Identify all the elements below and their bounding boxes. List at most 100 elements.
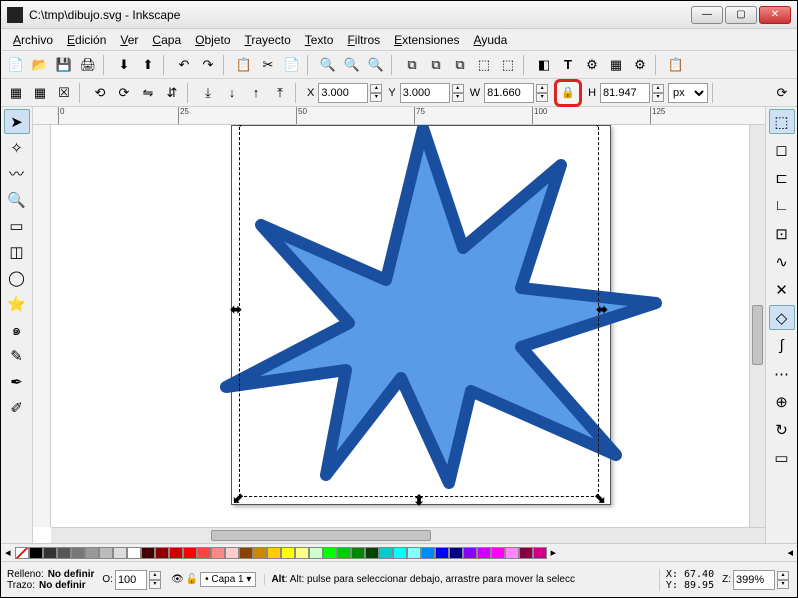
color-swatch[interactable] (463, 547, 477, 559)
snap-center-icon[interactable]: ⊕ (769, 389, 795, 414)
color-swatch[interactable] (407, 547, 421, 559)
fill-value[interactable]: No definir (48, 569, 95, 580)
layer-visibility-icon[interactable]: 👁 (171, 574, 184, 585)
color-swatch[interactable] (337, 547, 351, 559)
color-swatch[interactable] (449, 547, 463, 559)
color-swatch[interactable] (43, 547, 57, 559)
menu-ver[interactable]: Ver (114, 31, 144, 49)
new-file-icon[interactable]: 📄 (5, 54, 27, 76)
menu-objeto[interactable]: Objeto (189, 31, 236, 49)
color-swatch[interactable] (421, 547, 435, 559)
color-swatch[interactable] (85, 547, 99, 559)
h-spinner[interactable]: ▴▾ (652, 84, 664, 102)
color-swatch[interactable] (281, 547, 295, 559)
color-swatch[interactable] (267, 547, 281, 559)
color-swatch[interactable] (365, 547, 379, 559)
snap-bbox-corner-icon[interactable]: ∟ (769, 193, 795, 218)
layer-lock-icon[interactable]: 🔓 (186, 574, 198, 585)
color-swatch[interactable] (155, 547, 169, 559)
affect-stroke-icon[interactable]: ⟳ (771, 82, 793, 104)
rectangle-tool[interactable]: ▭ (4, 213, 30, 238)
zoom-spinner[interactable]: ▴▾ (777, 571, 789, 589)
open-file-icon[interactable]: 📂 (29, 54, 51, 76)
duplicate-icon[interactable]: ⧉ (401, 54, 423, 76)
box3d-tool[interactable]: ◫ (4, 239, 30, 264)
snap-bbox-edge-icon[interactable]: ⊏ (769, 165, 795, 190)
align-icon[interactable]: ▦ (605, 54, 627, 76)
snap-node-icon[interactable]: ⊡ (769, 221, 795, 246)
text-icon[interactable]: T (557, 54, 579, 76)
clone-icon[interactable]: ⧉ (425, 54, 447, 76)
palette-right-icon[interactable]: ▸ (551, 546, 557, 559)
menu-capa[interactable]: Capa (146, 31, 187, 49)
zoom-page-icon[interactable]: 🔍 (365, 54, 387, 76)
h-input[interactable] (600, 83, 650, 103)
color-swatch[interactable] (351, 547, 365, 559)
spiral-tool[interactable]: ๑ (4, 317, 30, 342)
handle-nw[interactable]: ⬉ (231, 125, 245, 128)
snap-bbox-icon[interactable]: ◻ (769, 137, 795, 162)
color-swatch[interactable] (239, 547, 253, 559)
color-swatch[interactable] (197, 547, 211, 559)
color-swatch[interactable] (71, 547, 85, 559)
raise-top-icon[interactable]: ⤒ (269, 82, 291, 104)
lower-bottom-icon[interactable]: ⤓ (197, 82, 219, 104)
snap-intersection-icon[interactable]: ✕ (769, 277, 795, 302)
color-swatch[interactable] (211, 547, 225, 559)
close-button[interactable]: ✕ (759, 6, 791, 24)
menu-extensiones[interactable]: Extensiones (388, 31, 465, 49)
color-swatch[interactable] (309, 547, 323, 559)
preferences-icon[interactable]: ⚙ (629, 54, 651, 76)
handle-se[interactable]: ⬊ (593, 491, 607, 505)
color-swatch[interactable] (113, 547, 127, 559)
w-input[interactable] (484, 83, 534, 103)
handle-sw[interactable]: ⬋ (231, 491, 245, 505)
palette-menu-icon[interactable]: ◂ (787, 546, 793, 559)
import-icon[interactable]: ⬇ (113, 54, 135, 76)
flip-v-icon[interactable]: ⇵ (161, 82, 183, 104)
color-swatch[interactable] (183, 547, 197, 559)
selector-tool[interactable]: ➤ (4, 109, 30, 134)
color-swatch[interactable] (323, 547, 337, 559)
color-swatch[interactable] (533, 547, 547, 559)
zoom-drawing-icon[interactable]: 🔍 (341, 54, 363, 76)
color-swatch[interactable] (15, 547, 29, 559)
redo-icon[interactable]: ↷ (197, 54, 219, 76)
cut-icon[interactable]: ✂ (257, 54, 279, 76)
snap-page-icon[interactable]: ▭ (769, 445, 795, 470)
group-icon[interactable]: ⬚ (473, 54, 495, 76)
lower-icon[interactable]: ↓ (221, 82, 243, 104)
snap-midpoint-icon[interactable]: ⋯ (769, 361, 795, 386)
color-swatch[interactable] (295, 547, 309, 559)
handle-w[interactable]: ⬌ (229, 303, 243, 317)
stroke-value[interactable]: No definir (39, 580, 86, 591)
handle-n[interactable]: ⬍ (412, 125, 426, 126)
ungroup-icon[interactable]: ⬚ (497, 54, 519, 76)
y-spinner[interactable]: ▴▾ (452, 84, 464, 102)
tweak-tool[interactable]: 〰 (4, 161, 30, 186)
copy-icon[interactable]: 📋 (233, 54, 255, 76)
snap-enable-icon[interactable]: ⬚ (769, 109, 795, 134)
flip-h-icon[interactable]: ⇋ (137, 82, 159, 104)
xml-icon[interactable]: ⚙ (581, 54, 603, 76)
color-swatch[interactable] (99, 547, 113, 559)
zoom-input[interactable] (733, 570, 775, 590)
pencil-tool[interactable]: ✎ (4, 343, 30, 368)
print-icon[interactable]: 🖨 (77, 54, 99, 76)
node-tool[interactable]: ✧ (4, 135, 30, 160)
minimize-button[interactable]: — (691, 6, 723, 24)
y-input[interactable] (400, 83, 450, 103)
undo-icon[interactable]: ↶ (173, 54, 195, 76)
color-swatch[interactable] (435, 547, 449, 559)
x-spinner[interactable]: ▴▾ (370, 84, 382, 102)
rotate-cw-icon[interactable]: ⟳ (113, 82, 135, 104)
color-swatch[interactable] (253, 547, 267, 559)
vertical-scrollbar[interactable] (749, 125, 765, 527)
ellipse-tool[interactable]: ◯ (4, 265, 30, 290)
layer-select[interactable]: • Capa 1 ▾ (200, 572, 256, 587)
zoom-tool[interactable]: 🔍 (4, 187, 30, 212)
raise-icon[interactable]: ↑ (245, 82, 267, 104)
zoom-selection-icon[interactable]: 🔍 (317, 54, 339, 76)
opacity-spinner[interactable]: ▴▾ (149, 571, 161, 589)
snap-rotation-icon[interactable]: ↻ (769, 417, 795, 442)
